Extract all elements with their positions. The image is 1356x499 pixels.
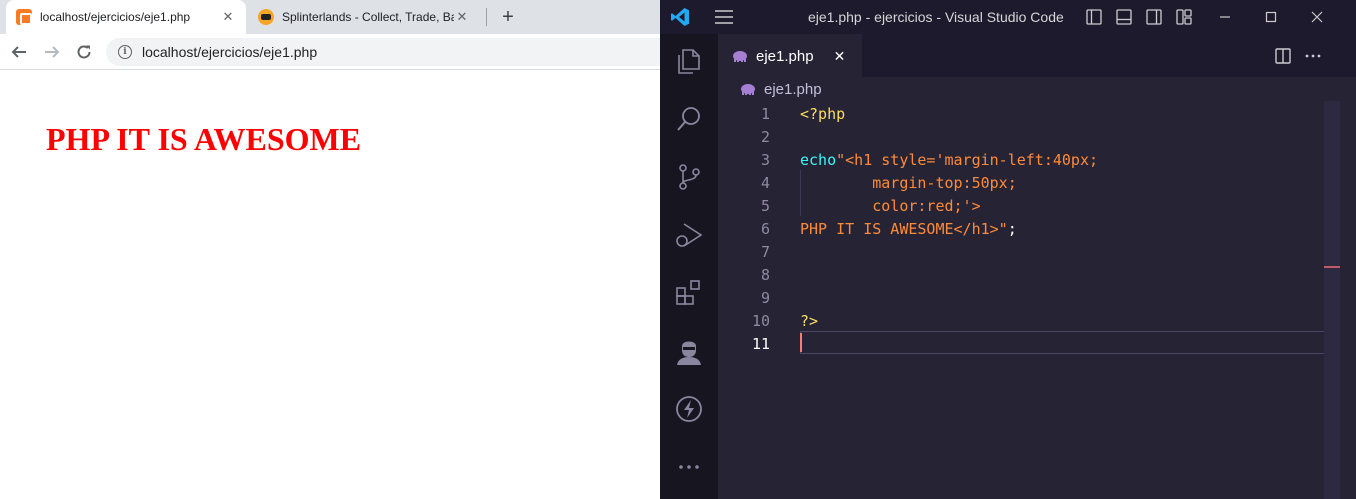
line-number: 3 xyxy=(760,150,770,169)
tab-title: Splinterlands - Collect, Trade, Bat xyxy=(282,10,454,24)
code-text: margin-top:50px; xyxy=(800,173,1017,192)
toggle-primary-sidebar-icon[interactable] xyxy=(1086,9,1102,25)
line-number: 11 xyxy=(751,334,770,353)
string-literal: PHP IT IS AWESOME</h1>" xyxy=(800,219,1008,238)
close-window-button[interactable] xyxy=(1294,0,1340,34)
address-bar[interactable]: i localhost/ejercicios/eje1.php xyxy=(106,38,666,66)
code-text: echo"<h1 style='margin-left:40px; xyxy=(800,151,1098,169)
new-tab-button[interactable]: + xyxy=(496,5,520,29)
splinterlands-icon xyxy=(258,9,274,25)
vscode-window: eje1.php - ejercicios - Visual Studio Co… xyxy=(660,0,1356,499)
line-number: 8 xyxy=(760,265,770,284)
search-icon[interactable] xyxy=(674,104,704,134)
code-text: PHP IT IS AWESOME</h1>"; xyxy=(800,220,1017,238)
maximize-icon xyxy=(1265,11,1277,23)
code-line: 3 echo"<h1 style='margin-left:40px; xyxy=(718,148,1338,171)
run-debug-icon[interactable] xyxy=(674,220,704,250)
customize-layout-icon[interactable] xyxy=(1176,9,1192,25)
tab-title: localhost/ejercicios/eje1.php xyxy=(40,10,191,24)
code-line: 2 xyxy=(718,125,1338,148)
reload-icon xyxy=(77,45,91,59)
line-number: 5 xyxy=(760,196,770,215)
editor-tab-label: eje1.php xyxy=(756,47,814,65)
editor-scrollbar[interactable] xyxy=(1324,101,1340,499)
activity-bar xyxy=(660,34,718,499)
toggle-secondary-sidebar-icon[interactable] xyxy=(1146,9,1162,25)
code-text: <?php xyxy=(800,104,846,123)
close-tab-icon[interactable]: ✕ xyxy=(834,48,846,65)
reload-button[interactable] xyxy=(70,38,98,66)
code-line: 11 xyxy=(718,332,1338,355)
echo-keyword: echo xyxy=(800,150,837,169)
browser-toolbar: i localhost/ejercicios/eje1.php xyxy=(0,34,666,70)
code-text: color:red;'> xyxy=(800,196,981,215)
maximize-button[interactable] xyxy=(1248,0,1294,34)
extensions-icon[interactable] xyxy=(674,278,704,308)
scrollbar-cursor-marker xyxy=(1324,266,1340,268)
source-control-icon[interactable] xyxy=(674,162,704,192)
vscode-logo-icon xyxy=(671,8,689,26)
back-button[interactable] xyxy=(5,38,33,66)
editor-tab-eje1[interactable]: eje1.php ✕ xyxy=(718,34,862,77)
php-elephant-icon xyxy=(733,51,747,62)
line-number: 9 xyxy=(760,288,770,307)
code-line: 7 xyxy=(718,240,1338,263)
code-line: 8 xyxy=(718,263,1338,286)
browser-tab-strip: localhost/ejercicios/eje1.php ✕ Splinter… xyxy=(0,0,660,34)
xampp-icon xyxy=(16,9,32,25)
code-editor[interactable]: 1 <?php 2 3 echo"<h1 style='margin-left:… xyxy=(718,101,1340,499)
info-icon[interactable]: i xyxy=(118,45,132,59)
window-title: eje1.php - ejercicios - Visual Studio Co… xyxy=(808,9,1064,25)
line-number: 7 xyxy=(760,242,770,261)
arrow-left-icon xyxy=(11,46,26,58)
close-icon xyxy=(1311,11,1323,23)
page-heading: PHP IT IS AWESOME xyxy=(46,121,362,157)
string-literal: "<h1 style='margin-left:40px; xyxy=(836,150,1099,169)
close-tab-icon[interactable]: ✕ xyxy=(454,9,470,25)
split-editor-icon[interactable] xyxy=(1274,47,1292,65)
toggle-panel-icon[interactable] xyxy=(1116,9,1132,25)
browser-tab-splinterlands[interactable]: Splinterlands - Collect, Trade, Bat ✕ xyxy=(248,0,480,34)
browser-window: localhost/ejercicios/eje1.php ✕ Splinter… xyxy=(0,0,666,499)
explorer-icon[interactable] xyxy=(674,46,704,76)
more-actions-icon[interactable] xyxy=(1304,47,1322,65)
page-content: PHP IT IS AWESOME xyxy=(0,71,660,499)
forward-button[interactable] xyxy=(38,38,66,66)
editor-tabs-bar: eje1.php ✕ xyxy=(718,34,1356,77)
hamburger-menu-icon[interactable] xyxy=(714,9,734,25)
semicolon: ; xyxy=(1007,219,1017,238)
account-avatar-icon[interactable] xyxy=(674,336,704,366)
line-number: 1 xyxy=(760,104,770,123)
line-number: 4 xyxy=(760,173,770,192)
arrow-right-icon xyxy=(45,46,60,58)
code-line: 5 color:red;'> xyxy=(718,194,1338,217)
minimize-button[interactable] xyxy=(1202,0,1248,34)
vscode-titlebar: eje1.php - ejercicios - Visual Studio Co… xyxy=(660,0,1356,34)
line-number: 2 xyxy=(760,127,770,146)
breadcrumb-file: eje1.php xyxy=(764,80,822,98)
code-line: 1 <?php xyxy=(718,102,1338,125)
line-number: 6 xyxy=(760,219,770,238)
browser-tab-localhost[interactable]: localhost/ejercicios/eje1.php ✕ xyxy=(6,0,246,34)
code-line: 10 ?> xyxy=(718,309,1338,332)
code-text: ?> xyxy=(800,311,819,330)
code-line: 9 xyxy=(718,286,1338,309)
code-line: 6 PHP IT IS AWESOME</h1>"; xyxy=(718,217,1338,240)
php-elephant-icon xyxy=(741,84,755,95)
more-icon[interactable] xyxy=(674,452,704,482)
tab-separator xyxy=(486,8,487,26)
lightning-icon[interactable] xyxy=(674,394,704,424)
code-line: 4 margin-top:50px; xyxy=(718,171,1338,194)
line-number: 10 xyxy=(751,311,770,330)
address-url: localhost/ejercicios/eje1.php xyxy=(142,44,318,60)
minimize-icon xyxy=(1220,16,1230,18)
text-cursor xyxy=(800,333,802,352)
close-tab-icon[interactable]: ✕ xyxy=(220,9,236,25)
breadcrumb[interactable]: eje1.php xyxy=(718,77,1356,101)
editor-right-gutter xyxy=(1340,101,1356,499)
